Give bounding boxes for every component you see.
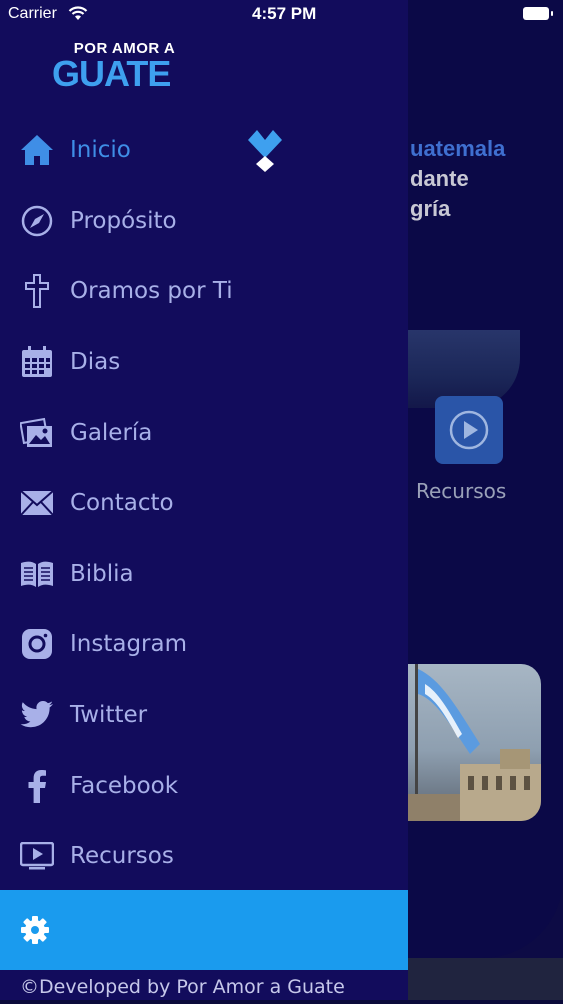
calendar-icon — [19, 344, 55, 380]
menu-item-label: Recursos — [70, 843, 174, 870]
recursos-tile-button[interactable] — [435, 396, 503, 464]
menu-item-label: Facebook — [70, 772, 179, 799]
menu-item-contacto[interactable]: Contacto — [0, 468, 408, 539]
video-icon — [19, 838, 55, 874]
cross-icon — [19, 273, 55, 309]
menu-item-galeria[interactable]: Galería — [0, 397, 408, 468]
twitter-icon — [19, 697, 55, 733]
menu-item-facebook[interactable]: Facebook — [0, 750, 408, 821]
palace-image — [400, 664, 541, 821]
instagram-icon — [19, 626, 55, 662]
menu-item-label: Oramos por Ti — [70, 278, 233, 305]
battery-icon — [523, 7, 553, 20]
menu-item-label: Biblia — [70, 560, 134, 587]
menu-item-recursos[interactable]: Recursos — [0, 821, 408, 892]
drawer-menu: Inicio Propósito Oramos por Ti Dias Gale… — [0, 115, 408, 892]
menu-item-label: Dias — [70, 349, 121, 376]
menu-item-twitter[interactable]: Twitter — [0, 680, 408, 751]
compass-icon — [19, 203, 55, 239]
envelope-icon — [19, 485, 55, 521]
menu-item-biblia[interactable]: Biblia — [0, 539, 408, 610]
hero-subtitle-line2: gría — [410, 196, 451, 221]
menu-item-label: Inicio — [70, 137, 131, 164]
clock-time: 4:57 PM — [252, 4, 317, 23]
gear-icon[interactable] — [20, 915, 50, 945]
menu-item-label: Instagram — [70, 631, 188, 658]
menu-item-instagram[interactable]: Instagram — [0, 609, 408, 680]
status-bar: Carrier 4:57 PM — [0, 0, 563, 30]
hero-heading: uatemala — [410, 136, 506, 161]
play-circle-icon — [449, 410, 489, 450]
facebook-icon — [19, 768, 55, 804]
por-amor-a-guate-logo: POR AMOR A GUATE — [52, 40, 202, 94]
menu-item-oramos-por-ti[interactable]: Oramos por Ti — [0, 256, 408, 327]
menu-item-label: Contacto — [70, 490, 174, 517]
recursos-tile-label: Recursos — [416, 479, 507, 503]
flag-palace-photo[interactable] — [400, 664, 541, 821]
menu-item-inicio[interactable]: Inicio — [0, 115, 408, 186]
carrier-label: Carrier — [8, 5, 57, 22]
wifi-icon — [68, 6, 88, 20]
logo-main-text: GUATE — [52, 53, 171, 94]
menu-item-label: Propósito — [70, 207, 177, 234]
navigation-drawer: POR AMOR A GUATE Inicio Propósito Oramos… — [0, 0, 408, 1000]
developer-credit: ©Developed by Por Amor a Guate — [0, 970, 408, 1000]
hero-subtitle-line1: dante — [410, 166, 469, 191]
menu-item-label: Twitter — [70, 702, 148, 729]
gallery-icon — [19, 415, 55, 451]
home-icon — [19, 132, 55, 168]
settings-bar[interactable] — [0, 890, 408, 970]
book-icon — [19, 556, 55, 592]
menu-item-proposito[interactable]: Propósito — [0, 186, 408, 257]
menu-item-label: Galería — [70, 419, 153, 446]
menu-item-dias[interactable]: Dias — [0, 327, 408, 398]
